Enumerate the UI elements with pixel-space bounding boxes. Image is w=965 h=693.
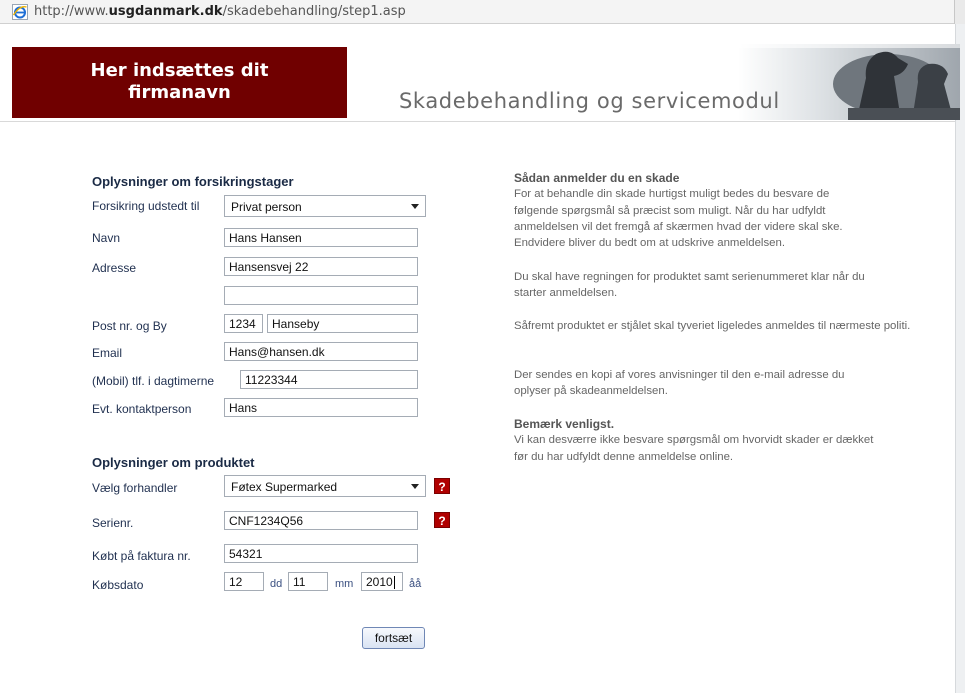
contact-person-label: Evt. kontaktperson (92, 402, 192, 416)
name-input[interactable]: Hans Hansen (224, 228, 418, 247)
info-notice-heading: Bemærk venligst. (514, 417, 615, 431)
serial-input[interactable]: CNF1234Q56 (224, 511, 418, 530)
city-input[interactable]: Hanseby (267, 314, 418, 333)
info-howto-heading: Sådan anmelder du en skade (514, 171, 680, 185)
year-unit: åå (409, 578, 422, 590)
dealer-label: Vælg forhandler (92, 481, 178, 495)
email-label: Email (92, 346, 123, 360)
address-label: Adresse (92, 261, 137, 275)
phone-label: (Mobil) tlf. i dagtimerne (92, 374, 215, 388)
dealer-select[interactable]: Føtex Supermarked (224, 475, 426, 497)
logo-line-2: firmanavn (128, 82, 231, 103)
address-line2-input[interactable] (224, 286, 418, 305)
serial-help-icon[interactable]: ? (434, 512, 450, 528)
serial-label: Serienr. (92, 516, 134, 530)
dealer-help-icon[interactable]: ? (434, 478, 450, 494)
year-value: 2010 (366, 575, 393, 589)
info-receipt-text: Du skal have regningen for produktet sam… (514, 271, 865, 300)
month-input[interactable]: 11 (288, 572, 328, 591)
header-divider (0, 121, 955, 122)
month-unit: mm (335, 578, 354, 590)
name-label: Navn (92, 231, 121, 245)
chevron-down-icon (411, 204, 419, 209)
year-input[interactable]: 2010 (361, 572, 403, 591)
purchase-date-label: Købsdato (92, 578, 144, 592)
company-logo-placeholder: Her indsættes dit firmanavn (12, 47, 347, 118)
info-theft-text: Såfremt produktet er stjålet skal tyveri… (514, 320, 911, 332)
section-product-title: Oplysninger om produktet (92, 455, 255, 470)
info-notice: Bemærk venligst. Vi kan desværre ikke be… (514, 416, 934, 465)
section-insured-title: Oplysninger om forsikringstager (92, 174, 294, 189)
insured-select[interactable]: Privat person (224, 195, 426, 217)
invoice-input[interactable]: 54321 (224, 544, 418, 563)
chevron-down-icon (411, 484, 419, 489)
day-unit: dd (270, 578, 283, 590)
invoice-label: Købt på faktura nr. (92, 549, 191, 563)
continue-button[interactable]: fortsæt (362, 627, 425, 649)
email-input[interactable]: Hans@hansen.dk (224, 342, 418, 361)
info-email-copy-text: Der sendes en kopi af vores anvisninger … (514, 369, 845, 398)
logo-line-1: Her indsættes dit (90, 60, 269, 81)
phone-input[interactable]: 11223344 (240, 370, 418, 389)
info-howto: Sådan anmelder du en skade For at behand… (514, 170, 934, 251)
url-text[interactable]: http://www.usgdanmark.dk/skadebehandling… (34, 4, 406, 19)
address-bar-edge (954, 0, 965, 24)
info-howto-text: For at behandle din skade hurtigst mulig… (514, 188, 843, 250)
insured-select-value: Privat person (231, 200, 302, 214)
vertical-scrollbar[interactable] (955, 24, 965, 693)
page-title: Skadebehandling og servicemodul (399, 89, 780, 113)
insured-label: Forsikring udstedt til (92, 199, 200, 213)
internet-explorer-icon (12, 4, 28, 20)
dealer-select-value: Føtex Supermarked (231, 480, 338, 494)
day-input[interactable]: 12 (224, 572, 264, 591)
info-notice-text: Vi kan desværre ikke besvare spørgsmål o… (514, 434, 874, 463)
postal-city-label: Post nr. og By (92, 319, 167, 333)
text-cursor (393, 576, 395, 590)
postal-code-input[interactable]: 1234 (224, 314, 263, 333)
contact-person-input[interactable]: Hans (224, 398, 418, 417)
address-bar[interactable]: http://www.usgdanmark.dk/skadebehandling… (0, 0, 965, 24)
address-line1-input[interactable]: Hansensvej 22 (224, 257, 418, 276)
